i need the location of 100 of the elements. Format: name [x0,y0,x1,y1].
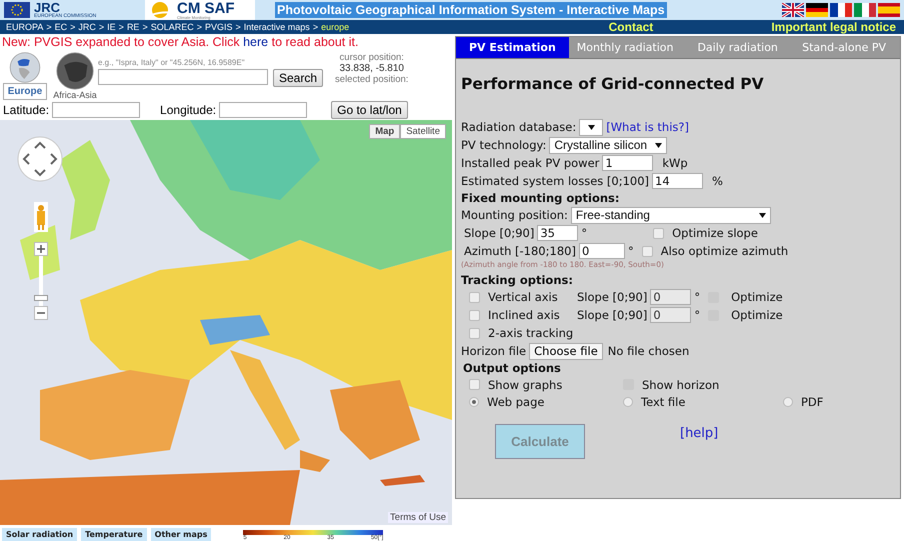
checkbox-label: 2-axis tracking [488,326,574,340]
checkbox[interactable] [469,379,480,390]
input-field[interactable]: 1 [602,155,654,171]
italian-flag-icon[interactable] [854,3,876,17]
input-field[interactable]: 35 [537,225,578,241]
pan-control-icon[interactable] [17,136,63,182]
choose-file-button[interactable]: Choose file [529,342,603,360]
breadcrumb-separator: > [118,22,124,32]
section-heading: Fixed mounting options: [461,190,620,206]
region-link[interactable]: Africa-Asia [53,90,97,100]
radio-button[interactable] [623,396,633,406]
breadcrumb-separator: > [70,22,76,32]
field-label: Estimated system losses [0;100] [461,174,650,188]
zoom-handle[interactable] [34,295,48,301]
panel-tab[interactable]: PV Estimation [456,37,569,58]
unit-label: kWp [662,156,688,170]
caret-icon [758,212,766,218]
radio-label: Web page [487,394,544,408]
radio-button[interactable] [783,396,793,406]
checkbox-label: Vertical axis [488,290,559,304]
unit-label: % [712,174,723,188]
input-field[interactable]: 0 [650,307,692,323]
search-button[interactable]: Search [273,69,324,87]
go-to-coordinates-button[interactable]: Go to lat/lon [331,101,408,119]
info-link[interactable]: [What is this?] [606,120,689,134]
checkbox-label: Also optimize azimuth [660,244,788,258]
region-link[interactable]: Europe [2,83,48,100]
spanish-flag-icon[interactable] [878,3,900,17]
longitude-field[interactable] [219,102,308,118]
cmsaf-logo-text: CM SAF [177,0,234,16]
checkbox[interactable] [469,310,480,320]
breadcrumb-separator: > [142,22,148,32]
map-tab[interactable]: Solar radiation [2,528,78,541]
input-field[interactable]: 0 [578,243,625,259]
field-label: Horizon file [461,344,526,358]
german-flag-icon[interactable] [806,3,828,17]
input-field[interactable]: 14 [652,173,704,189]
site-title: Photovoltaic Geographical Information System - Interactive Maps [275,2,667,18]
cursor-position-label: cursor position: [340,52,404,63]
breadcrumb-link[interactable]: PVGIS [205,22,233,32]
map-tab[interactable]: Other maps [150,528,212,541]
notice-link[interactable]: here [243,35,268,49]
checkbox-label: Show horizon [642,378,720,392]
uk-flag-icon[interactable] [782,3,804,17]
section-heading: Tracking options: [461,272,574,288]
field-label: Slope [0;90] [577,290,648,304]
section-heading: Output options [462,360,562,376]
breadcrumb-link[interactable]: JRC [78,22,96,32]
technology-dropdown[interactable]: Crystalline silicon [549,136,668,154]
checkbox-label: Optimize [731,308,783,322]
checkbox[interactable] [469,328,480,338]
nav-link[interactable]: Important legal notice [771,20,896,34]
field-label: Slope [0;90] [464,226,534,240]
zoom-out-button[interactable] [34,306,48,320]
unit-label: ° [694,290,700,304]
map-type-button[interactable]: Satellite [400,124,446,139]
database-dropdown[interactable] [579,118,604,136]
radio-label: Text file [641,394,686,408]
breadcrumb-separator: > [236,22,241,32]
latitude-field[interactable] [52,102,140,118]
input-field[interactable]: 0 [650,289,692,305]
breadcrumb-separator: > [46,22,52,32]
panel-title: Performance of Grid-connected PV [461,75,765,93]
breadcrumb-link[interactable]: IE [107,22,116,32]
checkbox-label: Inclined axis [488,308,561,322]
map-type-button[interactable]: Map [369,124,400,139]
checkbox[interactable] [642,246,653,256]
radio-button[interactable] [469,396,479,406]
nav-link[interactable]: Contact [608,20,654,34]
plus-icon [37,245,45,253]
checkbox[interactable] [653,228,664,238]
field-label: Radiation database: [461,120,576,134]
unit-label: ° [694,308,700,322]
person-icon[interactable] [34,202,48,232]
field-label: Slope [0;90] [577,308,648,322]
breadcrumb-separator: > [196,22,202,32]
breadcrumb-link[interactable]: EUROPA [6,22,44,32]
unit-label: ° [581,226,588,240]
help-link[interactable]: [help] [680,426,718,441]
cursor-position-value: 33.838, -5.810 [339,63,404,74]
breadcrumb-link[interactable]: europe [321,22,350,32]
field-label: Mounting position: [461,208,568,222]
breadcrumb-link[interactable]: EC [54,22,68,32]
field-label: Azimuth [-180;180] [464,244,576,258]
radio-label: PDF [801,394,824,408]
breadcrumb-link[interactable]: SOLAREC [150,22,194,32]
zoom-in-button[interactable] [34,242,48,256]
breadcrumb-link[interactable]: RE [126,22,140,32]
map-tab[interactable]: Temperature [81,528,147,541]
breadcrumb-separator: > [98,22,104,32]
caret-icon [588,124,595,130]
breadcrumb-link[interactable]: Interactive maps [244,22,310,32]
french-flag-icon[interactable] [830,3,852,17]
mounting-dropdown[interactable]: Free-standing [570,206,771,224]
caret-icon [655,142,662,148]
terms-link[interactable]: Terms of Use [388,512,448,523]
checkbox[interactable] [469,292,480,302]
checkbox-label: Show graphs [488,378,562,392]
search-field[interactable] [98,69,268,85]
notice-text: New: PVGIS expanded to cover Asia. Click here to read about it. [1,34,360,50]
